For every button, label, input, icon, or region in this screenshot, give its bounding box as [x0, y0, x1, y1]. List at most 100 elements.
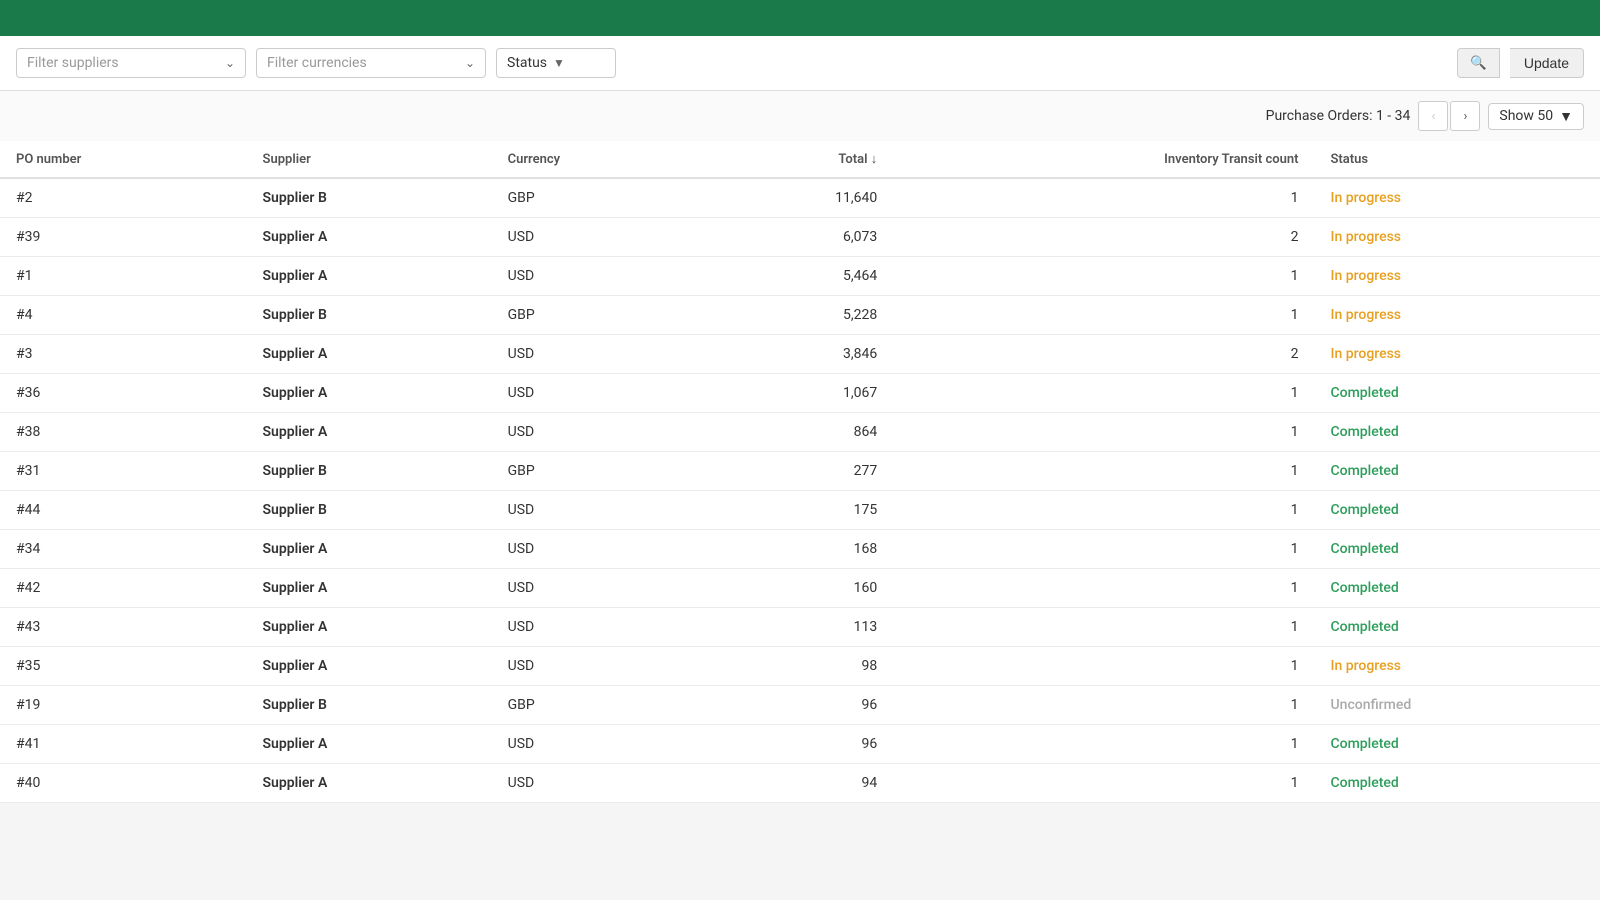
cell-po-number: #3 — [0, 335, 247, 374]
cell-po-number: #42 — [0, 569, 247, 608]
cell-currency: USD — [492, 257, 706, 296]
cell-currency: USD — [492, 335, 706, 374]
cell-status: In progress — [1315, 296, 1600, 335]
cell-supplier: Supplier B — [247, 686, 492, 725]
cell-status: In progress — [1315, 335, 1600, 374]
cell-transit: 1 — [893, 257, 1314, 296]
status-chevron-icon: ▼ — [553, 56, 565, 70]
cell-currency: USD — [492, 647, 706, 686]
cell-transit: 1 — [893, 491, 1314, 530]
show-count-dropdown[interactable]: Show 50 ▼ — [1488, 103, 1584, 130]
col-transit: Inventory Transit count — [893, 141, 1314, 178]
cell-po-number: #1 — [0, 257, 247, 296]
table-row[interactable]: #31 Supplier B GBP 277 1 Completed — [0, 452, 1600, 491]
cell-supplier: Supplier A — [247, 257, 492, 296]
cell-status: Completed — [1315, 569, 1600, 608]
col-total[interactable]: Total ↓ — [706, 141, 894, 178]
filter-bar: Filter suppliers ⌄ Filter currencies ⌄ S… — [0, 36, 1600, 91]
cell-transit: 1 — [893, 178, 1314, 218]
table-row[interactable]: #2 Supplier B GBP 11,640 1 In progress — [0, 178, 1600, 218]
suppliers-filter[interactable]: Filter suppliers ⌄ — [16, 48, 246, 78]
cell-po-number: #41 — [0, 725, 247, 764]
cell-status: Completed — [1315, 764, 1600, 803]
top-bar — [0, 0, 1600, 36]
update-button[interactable]: Update — [1510, 48, 1584, 78]
cell-supplier: Supplier A — [247, 725, 492, 764]
table-row[interactable]: #44 Supplier B USD 175 1 Completed — [0, 491, 1600, 530]
cell-supplier: Supplier A — [247, 218, 492, 257]
pagination-nav: ‹ › — [1418, 101, 1480, 131]
table-row[interactable]: #43 Supplier A USD 113 1 Completed — [0, 608, 1600, 647]
table-row[interactable]: #1 Supplier A USD 5,464 1 In progress — [0, 257, 1600, 296]
prev-page-button[interactable]: ‹ — [1418, 101, 1448, 131]
next-page-button[interactable]: › — [1450, 101, 1480, 131]
cell-po-number: #31 — [0, 452, 247, 491]
cell-total: 168 — [706, 530, 894, 569]
cell-total: 864 — [706, 413, 894, 452]
cell-status: Completed — [1315, 530, 1600, 569]
cell-po-number: #19 — [0, 686, 247, 725]
cell-transit: 1 — [893, 374, 1314, 413]
cell-transit: 1 — [893, 647, 1314, 686]
cell-status: In progress — [1315, 218, 1600, 257]
cell-supplier: Supplier B — [247, 491, 492, 530]
cell-po-number: #39 — [0, 218, 247, 257]
table-row[interactable]: #4 Supplier B GBP 5,228 1 In progress — [0, 296, 1600, 335]
cell-po-number: #2 — [0, 178, 247, 218]
cell-total: 6,073 — [706, 218, 894, 257]
cell-currency: USD — [492, 764, 706, 803]
cell-transit: 1 — [893, 608, 1314, 647]
table-row[interactable]: #35 Supplier A USD 98 1 In progress — [0, 647, 1600, 686]
cell-po-number: #36 — [0, 374, 247, 413]
col-supplier: Supplier — [247, 141, 492, 178]
search-icon: 🔍 — [1470, 55, 1487, 71]
table-row[interactable]: #39 Supplier A USD 6,073 2 In progress — [0, 218, 1600, 257]
cell-supplier: Supplier B — [247, 178, 492, 218]
cell-supplier: Supplier A — [247, 647, 492, 686]
cell-supplier: Supplier A — [247, 374, 492, 413]
cell-total: 5,228 — [706, 296, 894, 335]
currencies-filter-label: Filter currencies — [267, 55, 459, 71]
search-button[interactable]: 🔍 — [1457, 48, 1500, 78]
cell-total: 160 — [706, 569, 894, 608]
cell-transit: 1 — [893, 764, 1314, 803]
cell-po-number: #43 — [0, 608, 247, 647]
cell-transit: 1 — [893, 530, 1314, 569]
table-row[interactable]: #3 Supplier A USD 3,846 2 In progress — [0, 335, 1600, 374]
table-row[interactable]: #42 Supplier A USD 160 1 Completed — [0, 569, 1600, 608]
table-row[interactable]: #38 Supplier A USD 864 1 Completed — [0, 413, 1600, 452]
cell-status: In progress — [1315, 257, 1600, 296]
cell-transit: 1 — [893, 725, 1314, 764]
table-row[interactable]: #19 Supplier B GBP 96 1 Unconfirmed — [0, 686, 1600, 725]
cell-transit: 1 — [893, 296, 1314, 335]
table-header-row: PO number Supplier Currency Total ↓ Inve… — [0, 141, 1600, 178]
cell-po-number: #34 — [0, 530, 247, 569]
cell-currency: USD — [492, 530, 706, 569]
cell-status: Unconfirmed — [1315, 686, 1600, 725]
cell-total: 277 — [706, 452, 894, 491]
table-row[interactable]: #41 Supplier A USD 96 1 Completed — [0, 725, 1600, 764]
cell-currency: GBP — [492, 296, 706, 335]
table-row[interactable]: #36 Supplier A USD 1,067 1 Completed — [0, 374, 1600, 413]
cell-status: Completed — [1315, 374, 1600, 413]
cell-total: 1,067 — [706, 374, 894, 413]
cell-transit: 1 — [893, 686, 1314, 725]
cell-currency: USD — [492, 218, 706, 257]
cell-supplier: Supplier A — [247, 413, 492, 452]
status-filter[interactable]: Status ▼ — [496, 48, 616, 78]
table-row[interactable]: #40 Supplier A USD 94 1 Completed — [0, 764, 1600, 803]
cell-po-number: #44 — [0, 491, 247, 530]
col-po-number: PO number — [0, 141, 247, 178]
cell-supplier: Supplier A — [247, 335, 492, 374]
table-row[interactable]: #34 Supplier A USD 168 1 Completed — [0, 530, 1600, 569]
cell-po-number: #40 — [0, 764, 247, 803]
cell-supplier: Supplier A — [247, 764, 492, 803]
currencies-filter[interactable]: Filter currencies ⌄ — [256, 48, 486, 78]
cell-total: 113 — [706, 608, 894, 647]
cell-transit: 1 — [893, 569, 1314, 608]
cell-supplier: Supplier A — [247, 530, 492, 569]
cell-total: 96 — [706, 725, 894, 764]
cell-total: 5,464 — [706, 257, 894, 296]
cell-supplier: Supplier B — [247, 296, 492, 335]
cell-currency: USD — [492, 608, 706, 647]
